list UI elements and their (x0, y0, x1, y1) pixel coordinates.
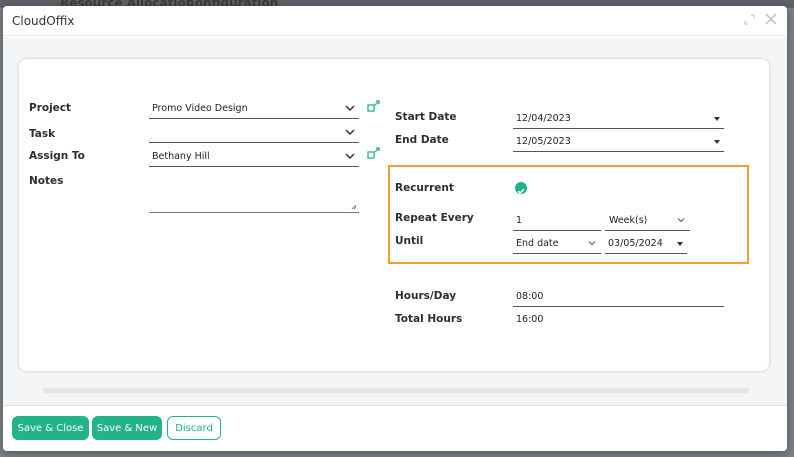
until-mode-select[interactable]: End date (513, 236, 601, 254)
project-select[interactable]: Promo Video Design (149, 101, 359, 119)
start-date-label: Start Date (395, 111, 457, 123)
modal-header: CloudOffix (3, 6, 787, 36)
repeat-every-value: 1 (516, 215, 523, 226)
task-label: Task (29, 128, 56, 140)
total-hours-label: Total Hours (395, 313, 463, 325)
maximize-icon[interactable] (741, 11, 757, 27)
end-date-label: End Date (395, 134, 449, 146)
until-date-value: 03/05/2024 (608, 238, 663, 249)
chevron-down-icon (345, 153, 355, 160)
end-date-picker[interactable]: 12/05/2023 (513, 134, 724, 152)
chevron-down-icon (345, 129, 355, 136)
repeat-unit-select[interactable]: Week(s) (605, 213, 690, 231)
horizontal-scrollbar[interactable] (43, 388, 749, 393)
repeat-every-input[interactable]: 1 (513, 213, 601, 231)
repeat-unit-value: Week(s) (609, 215, 648, 226)
task-select[interactable] (149, 125, 359, 143)
recurrent-checkbox[interactable] (515, 182, 527, 195)
modal-title: CloudOffix (12, 14, 75, 28)
end-date-value: 12/05/2023 (516, 136, 571, 147)
assign-to-label: Assign To (29, 150, 85, 162)
save-close-button[interactable]: Save & Close (12, 416, 89, 440)
hours-per-day-label: Hours/Day (395, 290, 457, 302)
discard-button[interactable]: Discard (167, 416, 221, 440)
edit-modal: CloudOffix Project Promo Video Design Ta… (3, 6, 787, 451)
assign-to-value: Bethany Hill (152, 151, 210, 162)
project-label: Project (29, 102, 72, 114)
notes-label: Notes (29, 175, 64, 187)
save-new-button[interactable]: Save & New (92, 416, 162, 440)
chevron-down-icon (588, 241, 596, 246)
recurrent-label: Recurrent (395, 182, 454, 194)
until-date-picker[interactable]: 03/05/2024 (605, 236, 687, 254)
hours-per-day-input[interactable]: 08:00 (513, 289, 724, 307)
total-hours-value: 16:00 (516, 314, 544, 325)
modal-footer: Save & Close Save & New Discard (3, 405, 787, 451)
assign-to-select[interactable]: Bethany Hill (149, 149, 359, 167)
start-date-picker[interactable]: 12/04/2023 (513, 111, 724, 129)
expand-assign-to-icon[interactable] (367, 146, 381, 160)
header-icons (741, 11, 779, 27)
resize-handle-icon[interactable] (351, 204, 357, 210)
start-date-value: 12/04/2023 (516, 113, 571, 124)
caret-down-icon (714, 140, 720, 144)
form-card: Project Promo Video Design Task Assign T… (19, 59, 769, 371)
close-icon[interactable] (763, 11, 779, 27)
project-value: Promo Video Design (152, 103, 248, 114)
until-label: Until (395, 235, 424, 247)
expand-project-icon[interactable] (367, 99, 381, 113)
caret-down-icon (714, 117, 720, 121)
chevron-down-icon (345, 105, 355, 112)
repeat-every-label: Repeat Every (395, 212, 474, 224)
chevron-down-icon (677, 218, 685, 223)
check-icon (517, 188, 525, 195)
hours-per-day-value: 08:00 (516, 291, 544, 302)
notes-textarea[interactable] (149, 189, 359, 213)
until-mode-value: End date (516, 238, 559, 249)
modal-body: Project Promo Video Design Task Assign T… (3, 37, 787, 405)
caret-down-icon (677, 242, 683, 246)
